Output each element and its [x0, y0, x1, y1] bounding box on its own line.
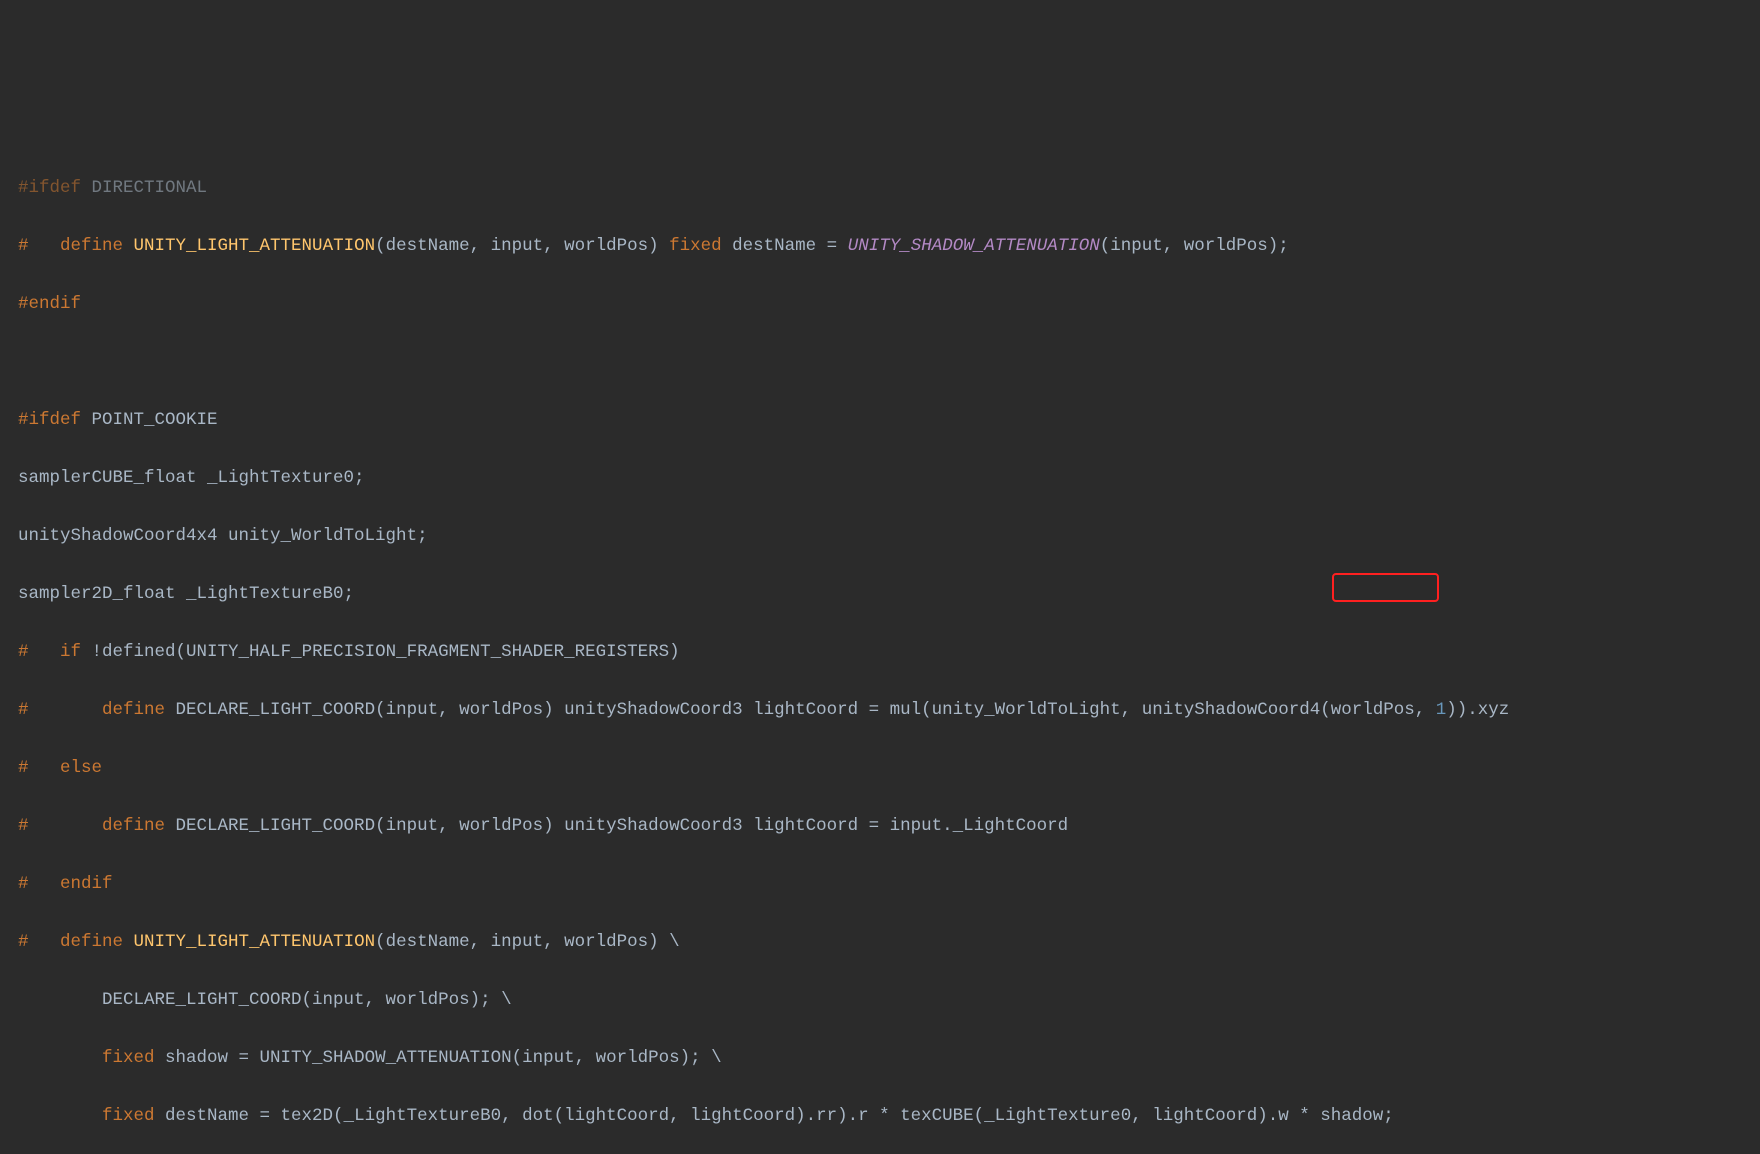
symbol-directional: DIRECTIONAL [81, 178, 207, 198]
directive-endif: endif [60, 874, 113, 894]
macro-call: UNITY_SHADOW_ATTENUATION [848, 236, 1100, 256]
macro-body: DECLARE_LIGHT_COORD(input, worldPos) uni… [165, 816, 1068, 836]
blank-line [18, 348, 1760, 377]
code-line: sampler2D_float _LightTextureB0; [18, 580, 1760, 609]
directive-hash: # [18, 642, 60, 662]
directive-hash: # [18, 410, 29, 430]
code-line: unityShadowCoord4x4 unity_WorldToLight; [18, 522, 1760, 551]
code-line: DECLARE_LIGHT_COORD(input, worldPos); \ [18, 986, 1760, 1015]
indent [18, 1048, 102, 1068]
code-line: # define DECLARE_LIGHT_COORD(input, worl… [18, 696, 1760, 725]
declaration: samplerCUBE_float _LightTexture0; [18, 468, 365, 488]
code-line: # endif [18, 870, 1760, 899]
code-line: # else [18, 754, 1760, 783]
macro-args: (destName, input, worldPos) \ [375, 932, 680, 952]
macro-args: (destName, input, worldPos) [375, 236, 669, 256]
macro-continuation: DECLARE_LIGHT_COORD(input, worldPos); \ [18, 990, 512, 1010]
directive-if: if [60, 642, 81, 662]
highlighted-fragment: * shadow; [1289, 1106, 1394, 1126]
code-line: #endif [18, 290, 1760, 319]
keyword-fixed: fixed [102, 1106, 155, 1126]
indent [18, 1106, 102, 1126]
code-line: fixed destName = tex2D(_LightTextureB0, … [18, 1102, 1760, 1131]
directive-ifdef: ifdef [29, 410, 82, 430]
code-text: shadow = UNITY_SHADOW_ATTENUATION(input,… [155, 1048, 722, 1068]
macro-tail: )).xyz [1446, 700, 1509, 720]
directive-define: define [102, 816, 165, 836]
directive-hash: # [18, 816, 102, 836]
code-line: samplerCUBE_float _LightTexture0; [18, 464, 1760, 493]
code-line: #ifdef DIRECTIONAL [18, 174, 1760, 203]
keyword-fixed: fixed [102, 1048, 155, 1068]
code-line: fixed shadow = UNITY_SHADOW_ATTENUATION(… [18, 1044, 1760, 1073]
directive-define: define [102, 700, 165, 720]
directive-endif: #endif [18, 294, 81, 314]
code-line: # define DECLARE_LIGHT_COORD(input, worl… [18, 812, 1760, 841]
number-literal: 1 [1436, 700, 1447, 720]
declaration: sampler2D_float _LightTextureB0; [18, 584, 354, 604]
directive-ifdef: ifdef [29, 178, 82, 198]
code-line: # define UNITY_LIGHT_ATTENUATION(destNam… [18, 928, 1760, 957]
code-line: # define UNITY_LIGHT_ATTENUATION(destNam… [18, 232, 1760, 261]
code-line: # if !defined(UNITY_HALF_PRECISION_FRAGM… [18, 638, 1760, 667]
directive-hash: # [18, 758, 60, 778]
code-text: (input, worldPos); [1100, 236, 1289, 256]
macro-name: UNITY_LIGHT_ATTENUATION [123, 236, 375, 256]
code-text: destName = tex2D(_LightTextureB0, dot(li… [155, 1106, 1289, 1126]
directive-hash: # [18, 236, 60, 256]
symbol-point-cookie: POINT_COOKIE [81, 410, 218, 430]
keyword-fixed: fixed [669, 236, 722, 256]
directive-define: define [60, 236, 123, 256]
code-text: destName = [722, 236, 848, 256]
declaration: unityShadowCoord4x4 unity_WorldToLight; [18, 526, 428, 546]
directive-else: else [60, 758, 102, 778]
directive-hash: # [18, 932, 60, 952]
condition: !defined(UNITY_HALF_PRECISION_FRAGMENT_S… [81, 642, 680, 662]
directive-define: define [60, 932, 123, 952]
code-editor[interactable]: #ifdef DIRECTIONAL # define UNITY_LIGHT_… [18, 116, 1760, 1154]
directive-hash: # [18, 874, 60, 894]
directive-hash: # [18, 700, 102, 720]
code-line: #ifdef POINT_COOKIE [18, 406, 1760, 435]
directive-hash: # [18, 178, 29, 198]
macro-body: DECLARE_LIGHT_COORD(input, worldPos) uni… [165, 700, 1436, 720]
macro-name: UNITY_LIGHT_ATTENUATION [123, 932, 375, 952]
